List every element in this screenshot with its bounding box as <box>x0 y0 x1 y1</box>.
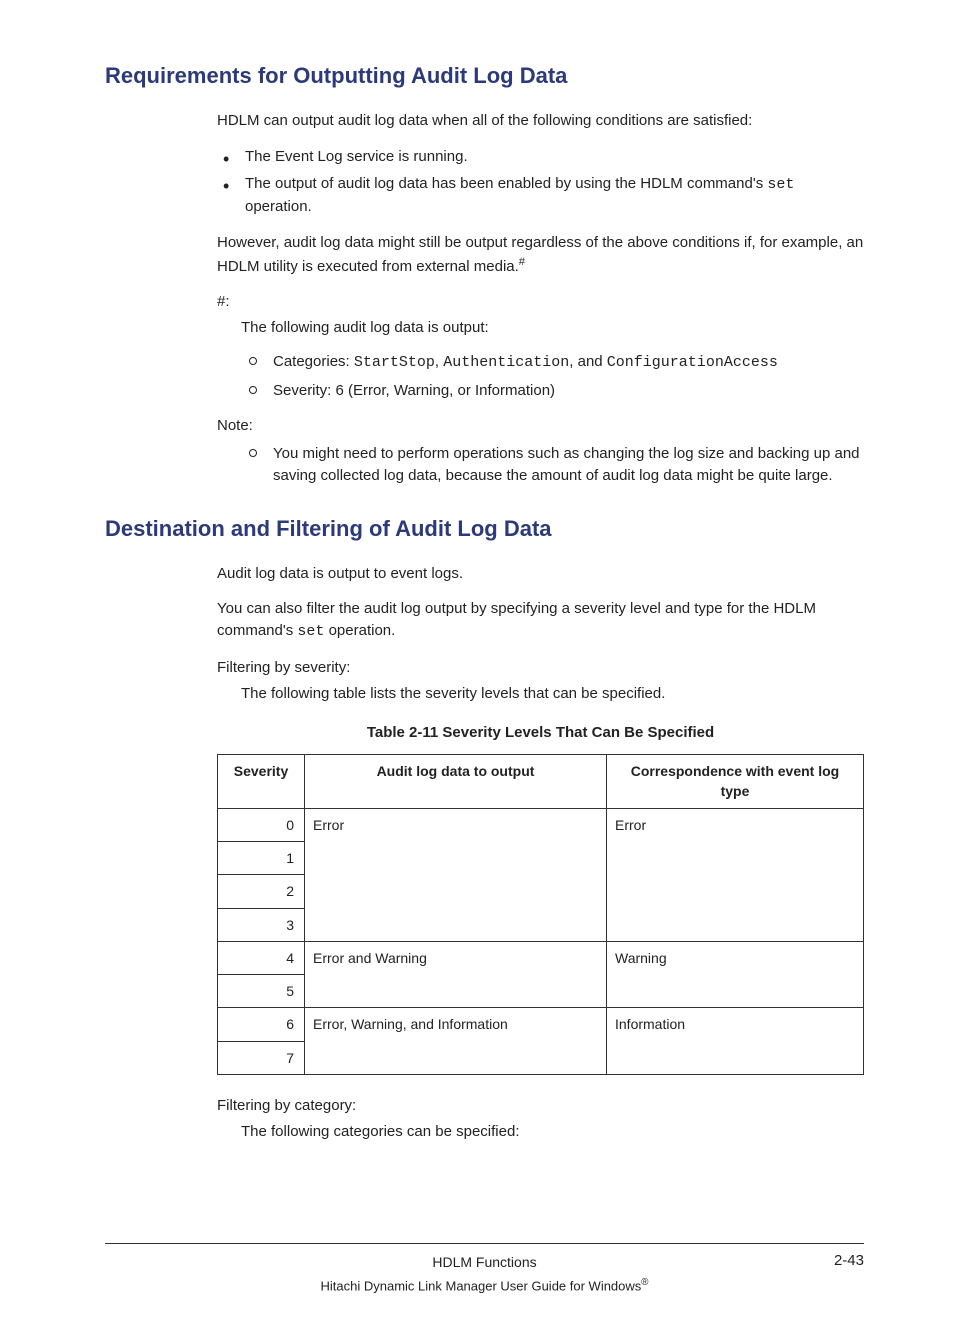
c1a: Categories: <box>273 353 354 370</box>
page-content: Requirements for Outputting Audit Log Da… <box>105 60 864 1296</box>
s1-bullet1: The Event Log service is running. <box>217 146 864 168</box>
table-row: 4 Error and Warning Warning <box>218 941 864 974</box>
filt-sev-body: The following table lists the severity l… <box>241 683 864 705</box>
note-b1: You might need to perform operations suc… <box>241 443 864 487</box>
sev-5: 5 <box>218 975 305 1008</box>
s1-b2b: operation. <box>245 198 312 215</box>
footer-page: 2-43 <box>834 1250 864 1272</box>
note-label: Note: <box>217 415 864 437</box>
evt-warn: Warning <box>607 941 864 1008</box>
hash-body: The following audit log data is output: <box>241 317 864 339</box>
page-footer: HDLM Functions 2-43 Hitachi Dynamic Link… <box>105 1243 864 1296</box>
sev-6: 6 <box>218 1008 305 1041</box>
filt-cat-body: The following categories can be specifie… <box>241 1121 864 1143</box>
table-caption: Table 2-11 Severity Levels That Can Be S… <box>217 722 864 744</box>
s2-p2b: operation. <box>324 622 395 639</box>
out-info: Error, Warning, and Information <box>305 1008 607 1075</box>
sev-7: 7 <box>218 1041 305 1074</box>
s2-set-code: set <box>297 623 324 640</box>
sev-4: 4 <box>218 941 305 974</box>
th-severity: Severity <box>218 755 305 809</box>
c1mid1: , <box>435 353 443 370</box>
c1code2: Authentication <box>443 354 569 371</box>
section2-title: Destination and Filtering of Audit Log D… <box>105 513 864 545</box>
hash-c2: Severity: 6 (Error, Warning, or Informat… <box>241 380 864 402</box>
section2-body: Audit log data is output to event logs. … <box>217 563 864 643</box>
s1-bullet2: The output of audit log data has been en… <box>217 173 864 218</box>
evt-info: Information <box>607 1008 864 1075</box>
footer-line2: Hitachi Dynamic Link Manager User Guide … <box>105 1276 864 1296</box>
hash-label: #: <box>217 291 864 313</box>
s2-p1: Audit log data is output to event logs. <box>217 563 864 585</box>
section1-body: HDLM can output audit log data when all … <box>217 110 864 278</box>
s1-intro: HDLM can output audit log data when all … <box>217 110 864 132</box>
th-event: Correspondence with event log type <box>607 755 864 809</box>
section1-title: Requirements for Outputting Audit Log Da… <box>105 60 864 92</box>
footer-section: HDLM Functions <box>432 1252 536 1272</box>
hash-list: Categories: StartStop, Authentication, a… <box>241 351 864 402</box>
s2-p2: You can also filter the audit log output… <box>217 598 864 643</box>
s1-however: However, audit log data might still be o… <box>217 232 864 278</box>
hash-sup: # <box>519 256 525 268</box>
filt-sev-label: Filtering by severity: <box>217 657 864 679</box>
sev-0: 0 <box>218 808 305 841</box>
s1-b2a: The output of audit log data has been en… <box>245 175 767 192</box>
footer-reg: ® <box>641 1277 648 1288</box>
set-code: set <box>767 176 794 193</box>
table-header-row: Severity Audit log data to output Corres… <box>218 755 864 809</box>
c1code1: StartStop <box>354 354 435 371</box>
table-row: 0 Error Error <box>218 808 864 841</box>
severity-table: Severity Audit log data to output Corres… <box>217 754 864 1075</box>
table-wrap: Table 2-11 Severity Levels That Can Be S… <box>217 722 864 1075</box>
th-output: Audit log data to output <box>305 755 607 809</box>
c1code3: ConfigurationAccess <box>607 354 778 371</box>
out-error: Error <box>305 808 607 941</box>
sev-2: 2 <box>218 875 305 908</box>
filt-cat-label: Filtering by category: <box>217 1095 864 1117</box>
table-row: 6 Error, Warning, and Information Inform… <box>218 1008 864 1041</box>
footer-guide: Hitachi Dynamic Link Manager User Guide … <box>321 1278 642 1293</box>
hash-list-wrap: Categories: StartStop, Authentication, a… <box>217 351 864 402</box>
s1-p2a: However, audit log data might still be o… <box>217 234 863 275</box>
evt-error: Error <box>607 808 864 941</box>
s1-bullets: The Event Log service is running. The ou… <box>217 146 864 218</box>
c1mid2: , and <box>569 353 607 370</box>
hash-c1: Categories: StartStop, Authentication, a… <box>241 351 864 374</box>
sev-3: 3 <box>218 908 305 941</box>
footer-line1: HDLM Functions 2-43 <box>105 1244 864 1272</box>
note-list-wrap: You might need to perform operations suc… <box>217 443 864 487</box>
note-list: You might need to perform operations suc… <box>241 443 864 487</box>
out-warn: Error and Warning <box>305 941 607 1008</box>
sev-1: 1 <box>218 841 305 874</box>
